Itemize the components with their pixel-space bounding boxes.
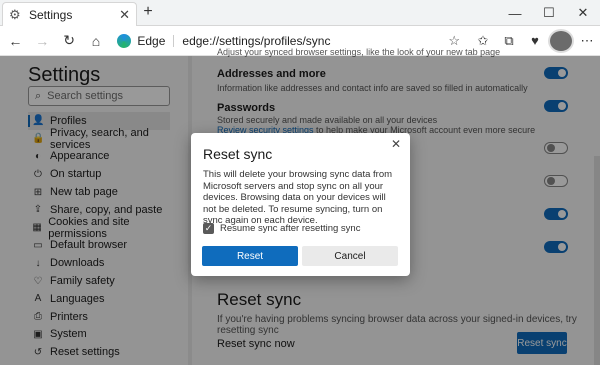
dialog-title: Reset sync (203, 146, 273, 162)
tab-strip: ⚙ Settings ✕ + — ☐ ✕ (0, 0, 600, 26)
home-icon[interactable]: ⌂ (85, 29, 108, 53)
edge-logo-icon (117, 33, 132, 48)
avatar (548, 28, 574, 53)
resume-sync-option[interactable]: ✓ Resume sync after resetting sync (203, 223, 360, 234)
back-icon[interactable]: ← (4, 29, 27, 53)
close-window-icon[interactable]: ✕ (566, 0, 600, 26)
forward-icon[interactable]: → (31, 29, 54, 53)
refresh-icon[interactable]: ↻ (58, 29, 81, 53)
gear-icon: ⚙ (9, 6, 21, 22)
tab-title: Settings (29, 7, 73, 22)
profile-avatar[interactable] (548, 28, 574, 53)
reset-sync-dialog: Reset sync ✕ This will delete your brows… (191, 133, 410, 276)
cancel-button[interactable]: Cancel (302, 246, 398, 266)
url-text[interactable]: edge://settings/profiles/sync (182, 34, 448, 48)
divider (173, 34, 175, 47)
window-controls: — ☐ ✕ (498, 0, 600, 26)
more-menu-icon[interactable]: ⋯ (574, 29, 600, 53)
close-icon[interactable]: ✕ (391, 137, 401, 151)
extensions-icon[interactable]: ♥ (522, 29, 548, 53)
browser-tab[interactable]: ⚙ Settings ✕ (2, 2, 137, 26)
reset-button[interactable]: Reset (202, 246, 298, 266)
minimize-icon[interactable]: — (498, 0, 532, 26)
close-tab-icon[interactable]: ✕ (119, 7, 130, 23)
maximize-icon[interactable]: ☐ (532, 0, 566, 26)
resume-sync-label: Resume sync after resetting sync (220, 223, 361, 234)
new-tab-button[interactable]: + (140, 4, 156, 20)
resume-sync-checkbox[interactable]: ✓ (203, 223, 214, 234)
dialog-body: This will delete your browsing sync data… (203, 169, 393, 227)
site-label: Edge (137, 33, 166, 48)
